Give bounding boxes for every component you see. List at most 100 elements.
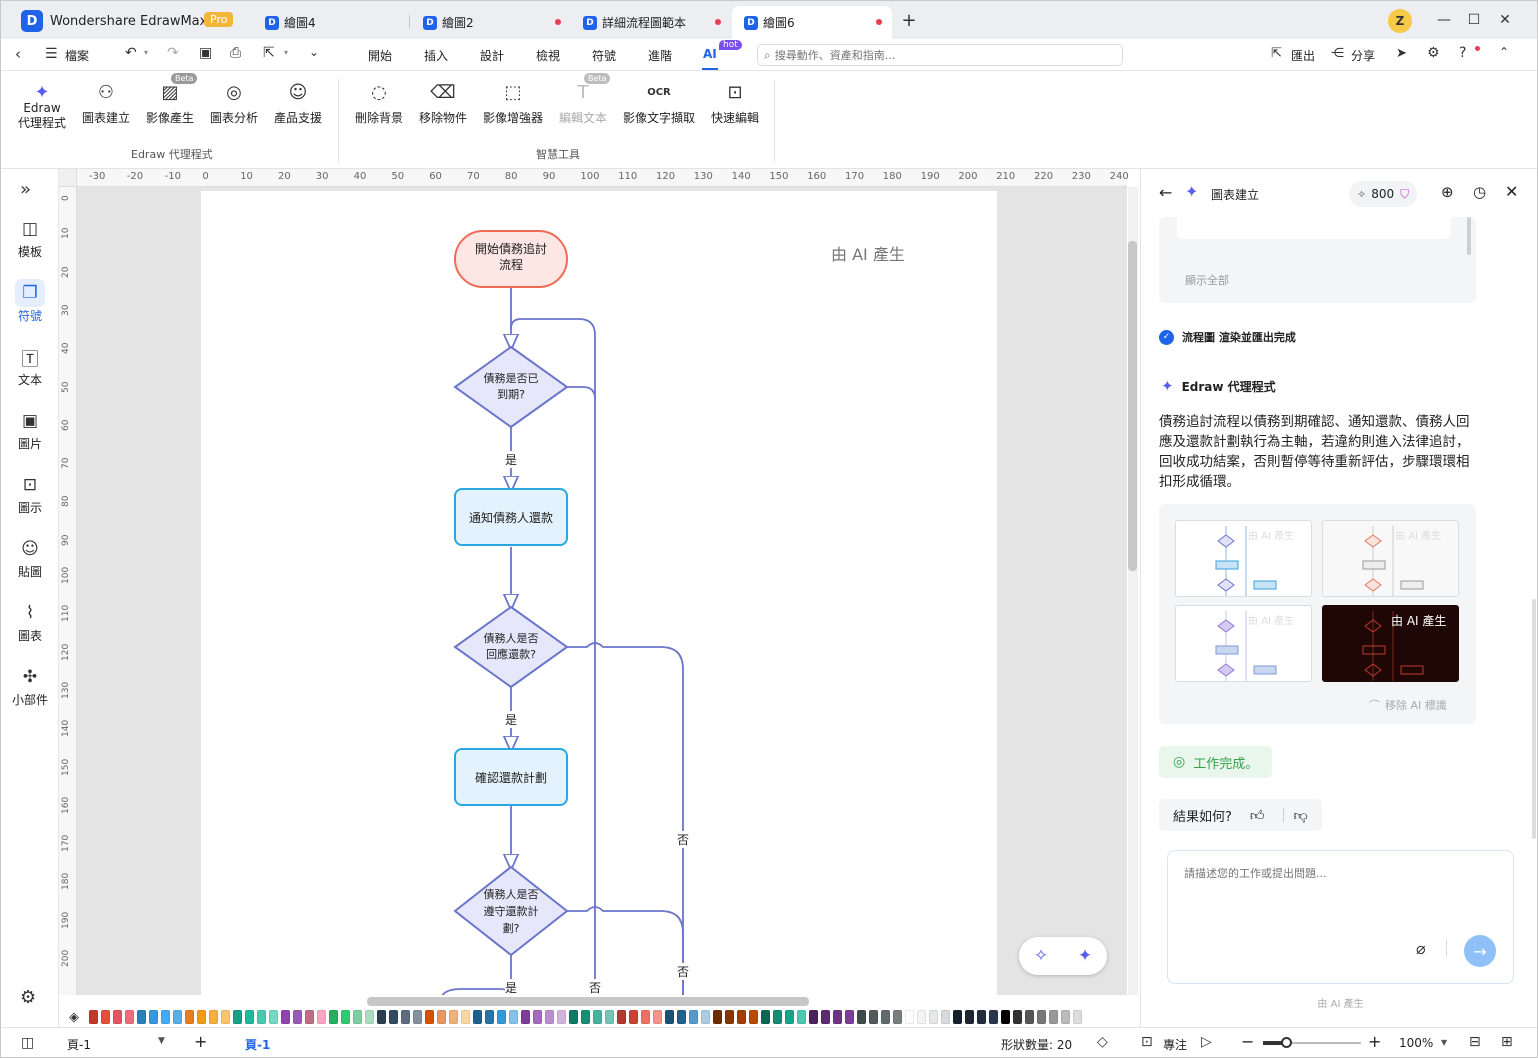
image-generate-button[interactable]: ▨ Beta 影像產生 bbox=[145, 73, 198, 126]
search-box[interactable]: ⌕ bbox=[757, 44, 1123, 66]
color-swatch[interactable] bbox=[881, 1010, 890, 1024]
color-swatch[interactable] bbox=[173, 1010, 182, 1024]
fit-page-icon[interactable]: ⊞ bbox=[1501, 1034, 1513, 1050]
thumbs-down-icon[interactable]: 👎︎ bbox=[1294, 807, 1308, 824]
color-swatch[interactable] bbox=[857, 1010, 866, 1024]
close-window-icon[interactable]: ✕ bbox=[1494, 9, 1516, 31]
color-swatch[interactable] bbox=[965, 1010, 974, 1024]
sidebar-item-widgets[interactable]: ✣ 小部件 bbox=[1, 663, 59, 708]
sidebar-item-templates[interactable]: ◫ 模板 bbox=[1, 215, 59, 260]
zoom-slider-handle[interactable] bbox=[1281, 1037, 1292, 1048]
hamburger-icon[interactable]: ☰ bbox=[45, 46, 58, 62]
color-swatch[interactable] bbox=[1001, 1010, 1010, 1024]
redo-icon[interactable]: ↷ bbox=[167, 45, 179, 61]
print-icon[interactable]: ⎙ bbox=[230, 45, 241, 61]
color-swatch[interactable] bbox=[473, 1010, 482, 1024]
color-swatch[interactable] bbox=[821, 1010, 830, 1024]
focus-icon[interactable]: ⊡ bbox=[1141, 1034, 1153, 1050]
color-swatch[interactable] bbox=[893, 1010, 902, 1024]
color-swatch[interactable] bbox=[581, 1010, 590, 1024]
focus-mode-button[interactable]: 專注 bbox=[1163, 1036, 1187, 1053]
vertical-scrollbar[interactable] bbox=[1128, 241, 1137, 571]
color-swatch[interactable] bbox=[197, 1010, 206, 1024]
collapse-ribbon-icon[interactable]: ⌃ bbox=[1499, 45, 1509, 59]
color-swatch[interactable] bbox=[317, 1010, 326, 1024]
settings-gear-icon[interactable]: ⚙ bbox=[1427, 45, 1440, 61]
color-swatch[interactable] bbox=[353, 1010, 362, 1024]
export-share-icon[interactable]: ⇱ bbox=[263, 45, 275, 61]
color-swatch[interactable] bbox=[149, 1010, 158, 1024]
remove-ai-watermark-button[interactable]: ⌒ 移除 AI 標識 bbox=[1369, 697, 1447, 713]
menu-home[interactable]: 開始 bbox=[368, 47, 392, 64]
drawing-page[interactable]: 由 AI 產生 開始債務追討 流程 債務是否已 到期? 通知債務人還款 債務人是… bbox=[201, 191, 997, 995]
edraw-agent-button[interactable]: ✦ Edraw 代理程式 bbox=[15, 79, 69, 131]
color-swatch[interactable] bbox=[641, 1010, 650, 1024]
color-swatch[interactable] bbox=[1013, 1010, 1022, 1024]
color-swatch[interactable] bbox=[509, 1010, 518, 1024]
add-page-icon[interactable]: + bbox=[194, 1032, 207, 1051]
color-swatch[interactable] bbox=[917, 1010, 926, 1024]
color-swatch[interactable] bbox=[701, 1010, 710, 1024]
zoom-dropdown-icon[interactable]: ▼ bbox=[1441, 1038, 1447, 1047]
color-swatch[interactable] bbox=[737, 1010, 746, 1024]
color-swatch[interactable] bbox=[1037, 1010, 1046, 1024]
help-icon[interactable]: ? bbox=[1459, 45, 1466, 61]
diagram-create-button[interactable]: ⚇ 圖表建立 bbox=[81, 79, 131, 126]
back-arrow-icon[interactable]: ← bbox=[1159, 183, 1172, 202]
color-swatch[interactable] bbox=[1025, 1010, 1034, 1024]
ai-sparkle-icon[interactable]: ✦ bbox=[1078, 946, 1092, 966]
color-swatch[interactable] bbox=[437, 1010, 446, 1024]
tab-detailed-flowchart-template[interactable]: D 詳細流程圖範本 bbox=[571, 6, 731, 39]
style-thumbnail-warm[interactable]: 由 AI 產生 bbox=[1322, 520, 1459, 597]
chat-input[interactable] bbox=[1184, 865, 1484, 925]
undo-dropdown-icon[interactable]: ▾ bbox=[144, 48, 148, 57]
color-swatch[interactable] bbox=[209, 1010, 218, 1024]
page-dropdown-icon[interactable]: ▼ bbox=[158, 1036, 165, 1046]
color-swatch[interactable] bbox=[329, 1010, 338, 1024]
credits-badge[interactable]: ✧ 800 ⛉ bbox=[1349, 181, 1418, 207]
color-swatch[interactable] bbox=[545, 1010, 554, 1024]
color-swatch[interactable] bbox=[677, 1010, 686, 1024]
menu-view[interactable]: 檢視 bbox=[536, 47, 560, 64]
save-icon[interactable]: ▣ bbox=[199, 45, 212, 61]
color-swatch[interactable] bbox=[125, 1010, 134, 1024]
color-swatch[interactable] bbox=[425, 1010, 434, 1024]
color-swatch[interactable] bbox=[389, 1010, 398, 1024]
color-swatch[interactable] bbox=[713, 1010, 722, 1024]
image-enhancer-button[interactable]: ⬚ 影像增強器 bbox=[482, 79, 544, 126]
play-icon[interactable]: ▷ bbox=[1201, 1034, 1212, 1050]
color-swatch[interactable] bbox=[221, 1010, 230, 1024]
color-swatch[interactable] bbox=[809, 1010, 818, 1024]
ocr-button[interactable]: OCR 影像文字擷取 bbox=[622, 79, 696, 126]
share-button[interactable]: 分享 bbox=[1351, 47, 1375, 64]
color-swatch[interactable] bbox=[845, 1010, 854, 1024]
color-swatch[interactable] bbox=[593, 1010, 602, 1024]
menu-design[interactable]: 設計 bbox=[480, 47, 504, 64]
color-swatch[interactable] bbox=[413, 1010, 422, 1024]
zoom-level[interactable]: 100% bbox=[1399, 1036, 1433, 1050]
style-thumbnail-dark[interactable]: 由 AI 產生 bbox=[1322, 605, 1459, 682]
style-thumbnail-blue[interactable]: 由 AI 產生 bbox=[1175, 520, 1312, 597]
chat-input-box[interactable]: ⌀ → bbox=[1167, 850, 1514, 984]
color-swatch[interactable] bbox=[557, 1010, 566, 1024]
zoom-out-icon[interactable]: − bbox=[1241, 1032, 1254, 1051]
tab-drawing4[interactable]: D 繪圖4 bbox=[253, 6, 408, 39]
color-swatch[interactable] bbox=[161, 1010, 170, 1024]
magic-wand-icon[interactable]: ✧ bbox=[1034, 946, 1048, 966]
color-swatch[interactable] bbox=[941, 1010, 950, 1024]
color-swatch[interactable] bbox=[953, 1010, 962, 1024]
color-swatch[interactable] bbox=[785, 1010, 794, 1024]
new-chat-icon[interactable]: ⊕ bbox=[1441, 183, 1454, 201]
product-support-button[interactable]: ☺ 產品支援 bbox=[273, 79, 323, 126]
sidebar-item-text[interactable]: 🅃 文本 bbox=[1, 343, 59, 388]
color-swatch[interactable] bbox=[833, 1010, 842, 1024]
color-swatch[interactable] bbox=[485, 1010, 494, 1024]
send-arrow-icon[interactable]: → bbox=[1464, 935, 1496, 967]
color-swatch[interactable] bbox=[269, 1010, 278, 1024]
color-swatch[interactable] bbox=[137, 1010, 146, 1024]
page-tab-1[interactable]: 頁-1 bbox=[245, 1036, 270, 1053]
remove-object-button[interactable]: ⌫ 移除物件 bbox=[418, 79, 468, 126]
drawing-canvas[interactable]: 由 AI 產生 開始債務追討 流程 債務是否已 到期? 通知債務人還款 債務人是… bbox=[77, 187, 1127, 995]
menu-symbols[interactable]: 符號 bbox=[592, 47, 616, 64]
color-swatch[interactable] bbox=[233, 1010, 242, 1024]
